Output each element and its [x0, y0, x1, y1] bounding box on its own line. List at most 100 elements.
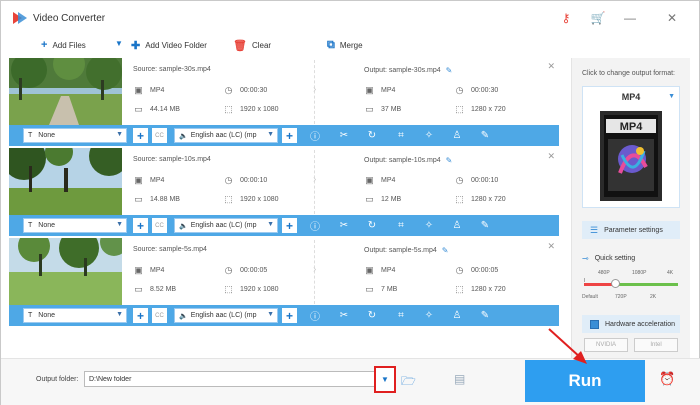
- film-icon: ▣: [365, 175, 374, 185]
- add-subtitle-button[interactable]: +: [133, 218, 148, 233]
- add-audio-button[interactable]: +: [282, 308, 297, 323]
- output-filename[interactable]: Output: sample-5s.mp4 ✎: [364, 246, 448, 255]
- file-item[interactable]: Source: sample-10s.mp4 ▣ MP4 ◷ 00:00:10 ▭ 1…: [9, 148, 559, 236]
- file-item[interactable]: Source: sample-5s.mp4 ▣ MP4 ◷ 00:00:05 ▭ 8.…: [9, 238, 559, 326]
- audio-track-select[interactable]: 🔈 English aac (LC) (mp ▼: [174, 128, 278, 143]
- merge-button[interactable]: ⧉ Merge: [327, 39, 363, 52]
- effects-wand-icon[interactable]: ✧: [422, 308, 436, 323]
- output-folder-dropdown[interactable]: ▼: [374, 366, 396, 393]
- source-format-value: MP4: [150, 267, 165, 274]
- output-filename[interactable]: Output: sample-30s.mp4 ✎: [364, 66, 452, 75]
- watermark-icon[interactable]: ♙: [450, 128, 464, 143]
- minimize-icon[interactable]: —: [623, 11, 637, 25]
- file-icon: ▭: [134, 104, 143, 114]
- title-bar: Video Converter ⚷ 🛒 — ✕: [1, 1, 700, 33]
- cc-icon[interactable]: CC: [152, 308, 167, 323]
- output-folder-input[interactable]: [84, 371, 396, 387]
- video-thumbnail[interactable]: [9, 148, 122, 215]
- quality-slider[interactable]: 480P 1080P 4K Default 720P 2K: [582, 268, 680, 304]
- subtitle-select[interactable]: T None ▼: [23, 218, 127, 233]
- pencil-icon[interactable]: ✎: [442, 246, 449, 255]
- output-format-label: MP4 ▼: [583, 87, 679, 107]
- crop-icon[interactable]: ⌗: [394, 308, 408, 323]
- add-subtitle-button[interactable]: +: [133, 128, 148, 143]
- chevron-down-icon: ▼: [668, 93, 675, 100]
- info-icon[interactable]: ⓘ: [308, 218, 322, 233]
- output-format-selector[interactable]: MP4 ▼ MP4: [582, 86, 680, 208]
- resolution-icon: ⬚: [455, 104, 464, 114]
- nvidia-chip: NVIDIA: [584, 338, 628, 352]
- info-icon[interactable]: ⓘ: [308, 128, 322, 143]
- watermark-icon[interactable]: ♙: [450, 218, 464, 233]
- add-files-button[interactable]: + Add Files: [41, 39, 86, 51]
- alarm-clock-icon[interactable]: ⏰: [659, 371, 675, 387]
- app-window: Video Converter ⚷ 🛒 — ✕ + Add Files ▼ ✚ …: [0, 0, 700, 405]
- app-logo-icon: [13, 12, 27, 24]
- cc-icon[interactable]: CC: [152, 128, 167, 143]
- rotate-icon[interactable]: ↻: [365, 218, 379, 233]
- pencil-icon[interactable]: ✎: [446, 156, 453, 165]
- subtitle-edit-icon[interactable]: ✎: [478, 128, 492, 143]
- crop-icon[interactable]: ⌗: [394, 218, 408, 233]
- add-video-folder-button[interactable]: ✚ Add Video Folder: [131, 39, 207, 52]
- audio-track-value: English aac (LC) (mp: [190, 312, 257, 319]
- audio-track-select[interactable]: 🔈 English aac (LC) (mp ▼: [174, 308, 278, 323]
- chevron-down-icon: ▼: [267, 131, 274, 138]
- effects-wand-icon[interactable]: ✧: [422, 128, 436, 143]
- parameter-settings-button[interactable]: ☰ Parameter settings: [582, 221, 680, 239]
- hardware-acceleration-toggle[interactable]: Hardware acceleration: [582, 315, 680, 333]
- clock-icon: ◷: [224, 265, 233, 275]
- output-filename[interactable]: Output: sample-10s.mp4 ✎: [364, 156, 452, 165]
- chevron-right-icon: ›: [313, 174, 317, 185]
- cc-icon[interactable]: CC: [152, 218, 167, 233]
- add-audio-button[interactable]: +: [282, 128, 297, 143]
- source-resolution: ⬚ 1920 x 1080: [223, 284, 278, 295]
- browse-folder-icon[interactable]: ▤: [454, 372, 465, 386]
- effects-wand-icon[interactable]: ✧: [422, 218, 436, 233]
- subtitle-edit-icon[interactable]: ✎: [478, 308, 492, 323]
- close-icon[interactable]: ✕: [665, 11, 679, 25]
- hardware-acceleration-label: Hardware acceleration: [605, 320, 676, 328]
- run-button[interactable]: Run: [525, 360, 645, 402]
- slider-knob[interactable]: [611, 279, 621, 288]
- info-icon[interactable]: ⓘ: [308, 308, 322, 323]
- pencil-icon[interactable]: ✎: [446, 66, 453, 75]
- scissors-icon[interactable]: ✂: [337, 128, 351, 143]
- crop-icon[interactable]: ⌗: [394, 128, 408, 143]
- add-files-dropdown[interactable]: ▼: [115, 39, 123, 48]
- rotate-icon[interactable]: ↻: [365, 128, 379, 143]
- chevron-down-icon: ▼: [115, 39, 123, 48]
- subtitle-select[interactable]: T None ▼: [23, 128, 127, 143]
- file-item[interactable]: Source: sample-30s.mp4 ▣ MP4 ◷ 00:00:30 ▭ 4…: [9, 58, 559, 146]
- remove-file-icon[interactable]: ✕: [547, 61, 555, 72]
- add-audio-button[interactable]: +: [282, 218, 297, 233]
- nvidia-label: NVIDIA: [595, 342, 616, 348]
- output-size: ▭ 12 MB: [364, 194, 401, 205]
- video-thumbnail[interactable]: [9, 238, 122, 305]
- checkbox[interactable]: [590, 319, 599, 329]
- remove-file-icon[interactable]: ✕: [547, 241, 555, 252]
- remove-file-icon[interactable]: ✕: [547, 151, 555, 162]
- source-duration-value: 00:00:30: [240, 87, 268, 94]
- rotate-icon[interactable]: ↻: [365, 308, 379, 323]
- add-subtitle-button[interactable]: +: [133, 308, 148, 323]
- clear-button[interactable]: 🗑 Clear: [233, 39, 271, 52]
- scissors-icon[interactable]: ✂: [337, 308, 351, 323]
- open-folder-icon[interactable]: 🗁: [401, 372, 416, 393]
- output-size-value: 37 MB: [381, 106, 402, 113]
- video-thumbnail[interactable]: [9, 58, 122, 125]
- scissors-icon[interactable]: ✂: [337, 218, 351, 233]
- audio-track-select[interactable]: 🔈 English aac (LC) (mp ▼: [174, 218, 278, 233]
- source-resolution-value: 1920 x 1080: [240, 106, 279, 113]
- cart-icon[interactable]: 🛒: [591, 11, 606, 25]
- subtitle-edit-icon[interactable]: ✎: [478, 218, 492, 233]
- chevron-down-icon: ▼: [381, 375, 389, 384]
- watermark-icon[interactable]: ♙: [450, 308, 464, 323]
- speaker-icon: 🔈: [179, 312, 188, 320]
- output-duration-value: 00:00:30: [471, 87, 499, 94]
- source-format-value: MP4: [150, 177, 165, 184]
- key-icon[interactable]: ⚷: [559, 11, 573, 25]
- output-format-value: MP4: [621, 92, 641, 102]
- plus-icon: +: [41, 39, 48, 51]
- subtitle-select[interactable]: T None ▼: [23, 308, 127, 323]
